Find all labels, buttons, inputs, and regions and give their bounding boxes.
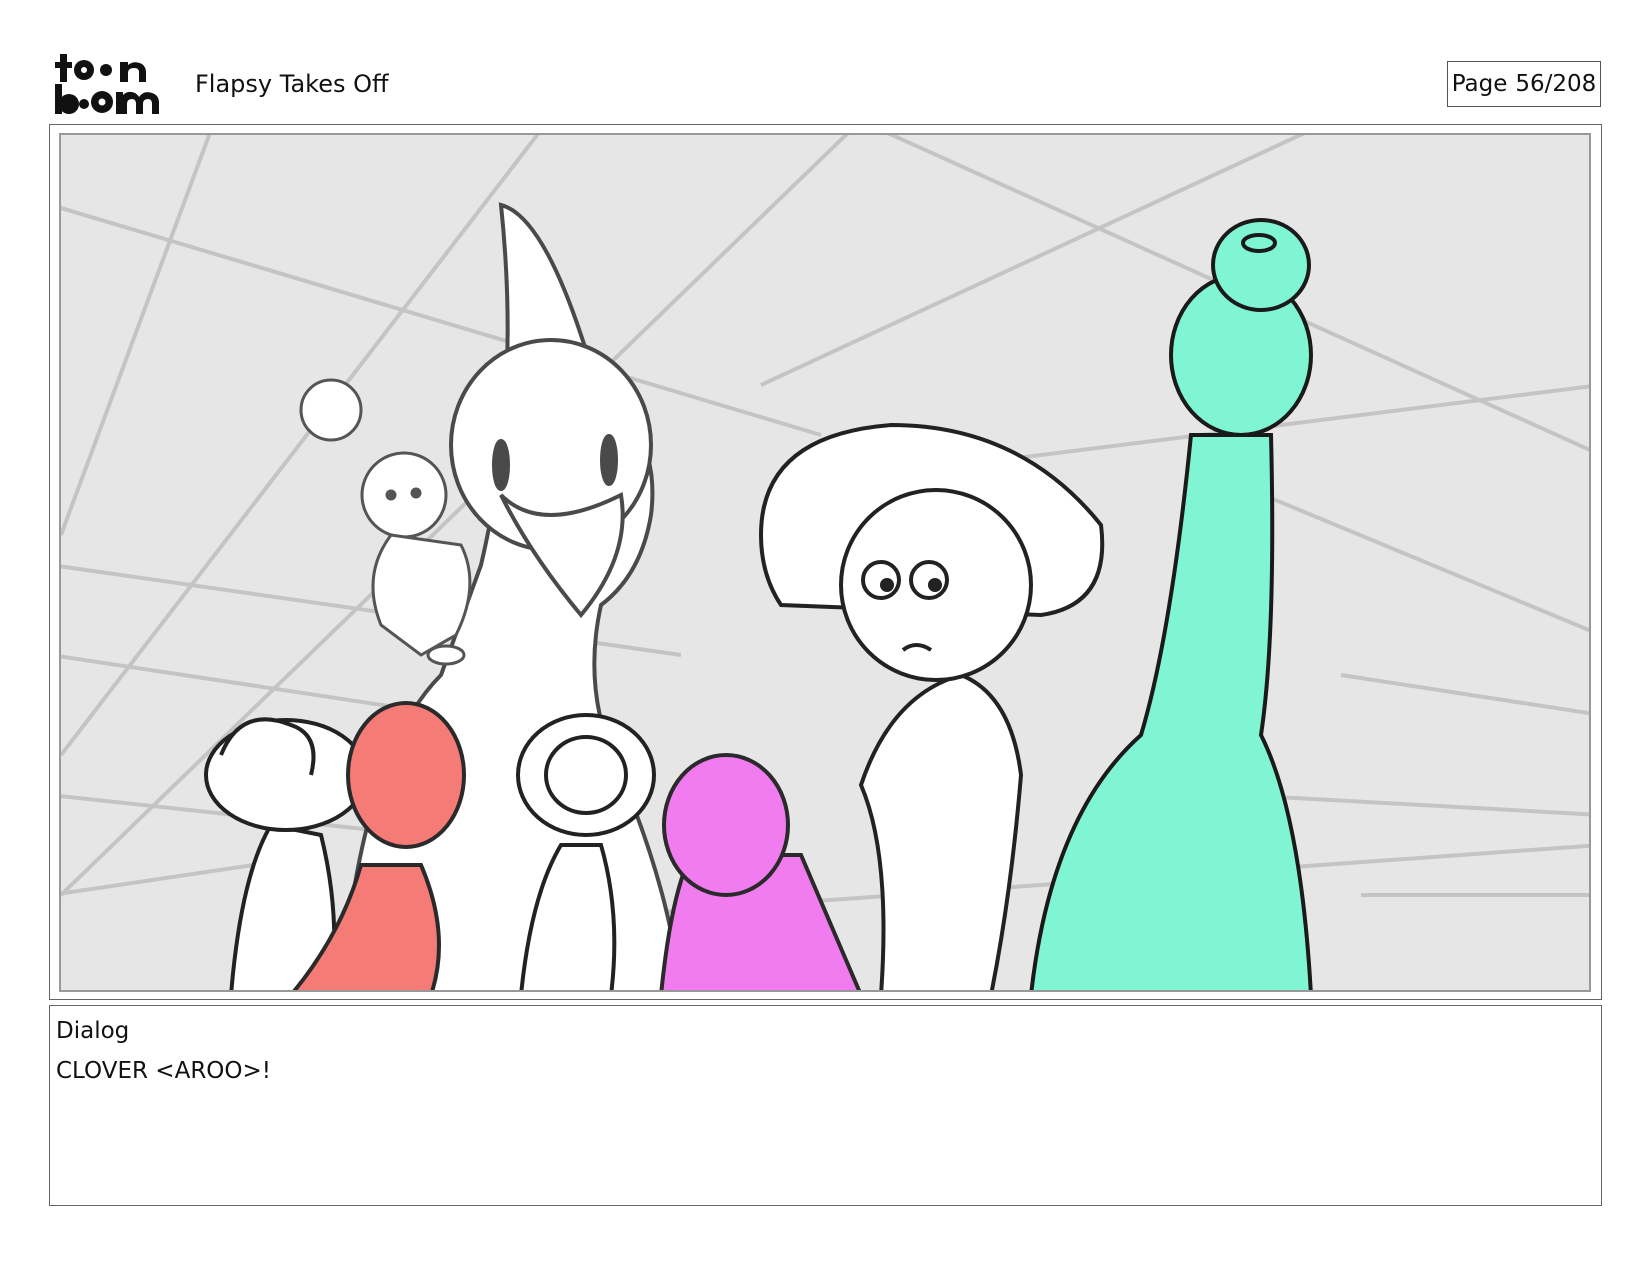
dialog-label: Dialog xyxy=(56,1018,130,1044)
panel-drawing xyxy=(59,133,1591,992)
dialog-text: CLOVER <AROO>! xyxy=(56,1058,271,1084)
page-indicator: Page 56/208 xyxy=(1447,61,1601,107)
sketch-illustration xyxy=(61,135,1589,990)
page-number: 56/208 xyxy=(1515,71,1597,97)
magenta-kid xyxy=(659,753,862,990)
project-title: Flapsy Takes Off xyxy=(195,70,389,98)
page-label: Page xyxy=(1451,71,1508,97)
toon-boom-logo xyxy=(54,52,172,116)
storyboard-panel xyxy=(49,124,1602,1000)
dialog-section: Dialog CLOVER <AROO>! xyxy=(49,1005,1602,1206)
